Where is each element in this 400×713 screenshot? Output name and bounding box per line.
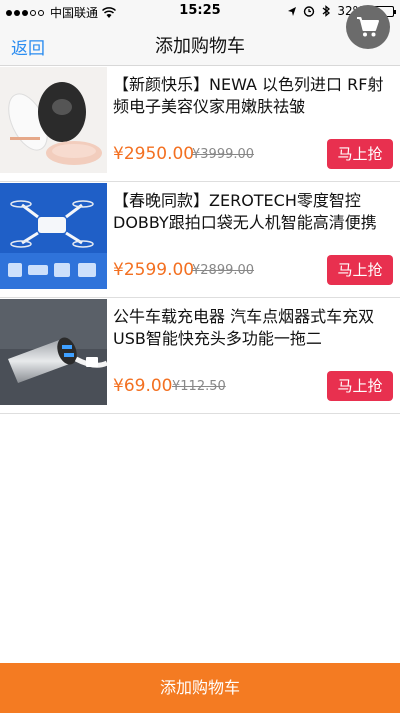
product-item[interactable]: 公牛车载充电器 汽车点烟器式车充双USB智能快充头多功能一拖二 ¥69.00 ¥… — [0, 298, 400, 414]
product-image — [0, 67, 107, 173]
cart-button[interactable] — [346, 5, 390, 49]
product-title: 公牛车载充电器 汽车点烟器式车充双USB智能快充头多功能一拖二 — [113, 307, 375, 348]
shopping-cart-icon — [357, 17, 379, 37]
add-to-cart-button[interactable]: 添加购物车 — [0, 663, 400, 713]
product-price: ¥2599.00 — [113, 260, 195, 280]
location-arrow-icon — [288, 6, 297, 16]
status-bar: 中国联通 15:25 32% — [0, 0, 400, 22]
nav-bar: 返回 添加购物车 — [0, 22, 400, 66]
product-image — [0, 299, 107, 405]
product-title: 【春晚同款】ZEROTECH零度智控DOBBY跟拍口袋无人机智能高清便携 — [113, 191, 377, 232]
product-price: ¥2950.00 — [113, 144, 195, 164]
product-item[interactable]: 【新颜快乐】NEWA 以色列进口 RF射频电子美容仪家用嫩肤祛皱 ¥2950.0… — [0, 66, 400, 182]
product-item[interactable]: 【春晚同款】ZEROTECH零度智控DOBBY跟拍口袋无人机智能高清便携 ¥25… — [0, 182, 400, 298]
bluetooth-icon — [322, 5, 331, 17]
product-price: ¥69.00 — [113, 376, 173, 396]
product-original-price: ¥112.50 — [172, 379, 226, 394]
product-list: 【新颜快乐】NEWA 以色列进口 RF射频电子美容仪家用嫩肤祛皱 ¥2950.0… — [0, 66, 400, 414]
buy-now-button[interactable]: 马上抢 — [327, 139, 393, 169]
buy-now-button[interactable]: 马上抢 — [327, 371, 393, 401]
buy-now-button[interactable]: 马上抢 — [327, 255, 393, 285]
product-original-price: ¥2899.00 — [192, 263, 255, 278]
product-title: 【新颜快乐】NEWA 以色列进口 RF射频电子美容仪家用嫩肤祛皱 — [113, 75, 384, 116]
product-image — [0, 183, 107, 289]
alarm-clock-icon — [304, 6, 315, 17]
page-title: 添加购物车 — [155, 36, 245, 57]
product-original-price: ¥3999.00 — [192, 147, 255, 162]
